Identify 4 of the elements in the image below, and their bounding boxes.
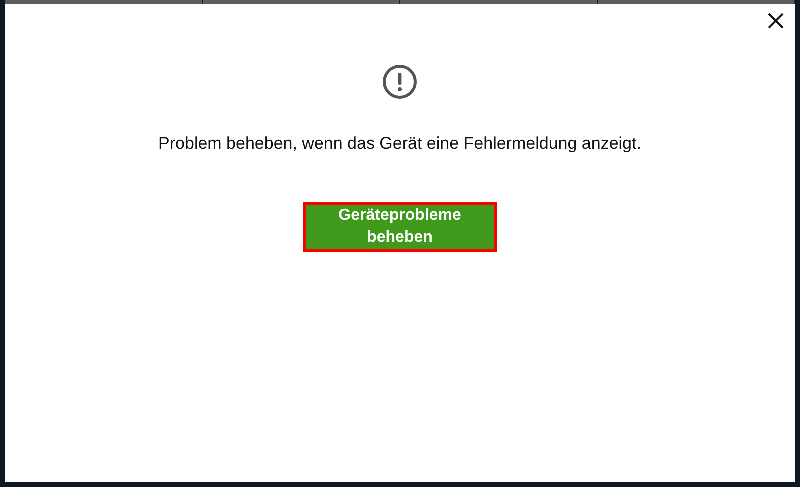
close-icon [767,12,785,30]
alert-icon [382,64,418,100]
dialog-message: Problem beheben, wenn das Gerät eine Fehlermeldung anzeigt. [158,134,642,154]
troubleshoot-button[interactable]: Geräteprobleme beheben [303,202,497,252]
